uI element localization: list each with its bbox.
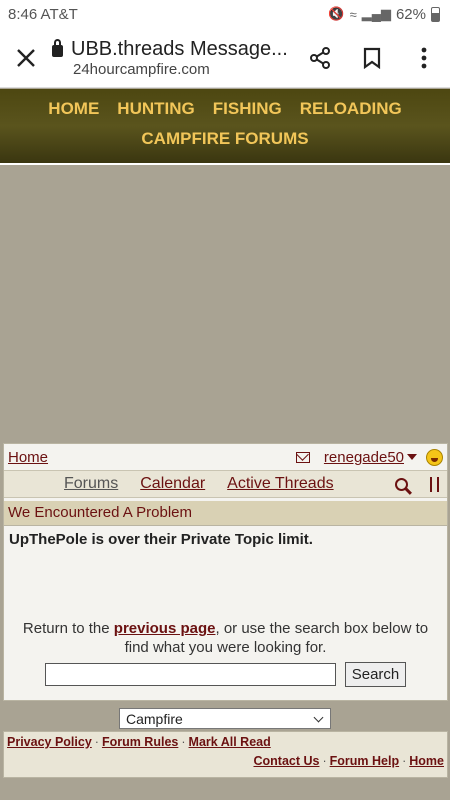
problem-body: UpThePole is over their Private Topic li…	[4, 526, 447, 692]
battery-icon	[431, 6, 440, 22]
status-bar: 8:46 AT&T 🔇 ≈ ▂▄▆ 62%	[0, 0, 450, 28]
home-link[interactable]: Home	[8, 449, 48, 466]
nav-campfire-forums[interactable]: CAMPFIRE FORUMS	[141, 129, 308, 148]
search-icon[interactable]	[395, 477, 408, 491]
lock-icon	[52, 38, 63, 57]
return-text: Return to the previous page, or use the …	[9, 619, 442, 657]
page-title: UBB.threads Message...	[71, 37, 288, 60]
status-carrier: AT&T	[40, 5, 78, 23]
wifi-icon: ≈	[349, 6, 357, 22]
contact-us-link[interactable]: Contact Us	[253, 754, 319, 768]
mark-all-read-link[interactable]: Mark All Read	[189, 735, 271, 749]
forum-jump-select[interactable]: Campfire	[119, 708, 331, 729]
close-icon	[17, 48, 35, 67]
tab-active-threads[interactable]: Active Threads	[227, 475, 333, 493]
menu-icon[interactable]	[430, 476, 439, 492]
tab-calendar[interactable]: Calendar	[140, 475, 205, 493]
footer-row-2: Contact Us · Forum Help · Home	[253, 754, 444, 768]
bookmark-button[interactable]	[346, 28, 398, 88]
nav-home[interactable]: HOME	[48, 99, 99, 119]
mail-icon[interactable]	[295, 451, 310, 463]
status-left: 8:46 AT&T	[8, 6, 78, 23]
privacy-policy-link[interactable]: Privacy Policy	[7, 735, 92, 749]
nav-reloading[interactable]: RELOADING	[300, 99, 402, 119]
forum-jump-value: Campfire	[126, 710, 183, 727]
bookmark-icon	[363, 47, 381, 69]
forum-tabs: Forums Calendar Active Threads	[4, 471, 447, 498]
forum-panel: Home renegade50 Forums Calendar Active T…	[3, 443, 448, 701]
forum-rules-link[interactable]: Forum Rules	[102, 735, 178, 749]
nav-fishing[interactable]: FISHING	[213, 99, 282, 119]
status-right: 🔇 ≈ ▂▄▆ 62%	[328, 6, 440, 23]
status-time: 8:46	[8, 5, 38, 23]
chevron-down-icon	[313, 712, 324, 722]
more-options-button[interactable]	[398, 28, 450, 88]
search-button[interactable]: Search	[344, 662, 407, 687]
more-vert-icon	[421, 47, 427, 68]
footer: Privacy Policy · Forum Rules · Mark All Read…	[3, 731, 448, 778]
return-prefix: Return to the	[22, 620, 114, 637]
page-info[interactable]: UBB.threads Message... 24hourcampfire.co…	[52, 38, 294, 78]
problem-header: We Encountered A Problem	[4, 501, 447, 526]
share-icon	[310, 46, 330, 69]
close-tab-button[interactable]	[0, 28, 52, 88]
nav-hunting[interactable]: HUNTING	[117, 99, 194, 119]
battery-percent: 62%	[395, 5, 426, 23]
problem-message: UpThePole is over their Private Topic li…	[9, 531, 313, 548]
footer-home-link[interactable]: Home	[409, 754, 444, 768]
tab-forums[interactable]: Forums	[64, 475, 118, 493]
forum-help-link[interactable]: Forum Help	[330, 754, 399, 768]
avatar-smiley-icon	[426, 448, 443, 466]
site-header: HOME HUNTING FISHING RELOADING CAMPFIRE …	[0, 89, 450, 165]
search-input[interactable]	[44, 663, 336, 686]
share-button[interactable]	[294, 28, 346, 88]
signal-icon: ▂▄▆	[361, 6, 391, 21]
user-bar: Home renegade50	[4, 444, 447, 471]
footer-row-1: Privacy Policy · Forum Rules · Mark All Read	[7, 735, 271, 749]
toolbar-actions	[294, 28, 450, 88]
browser-toolbar: UBB.threads Message... 24hourcampfire.co…	[0, 28, 450, 88]
previous-page-link[interactable]: previous page	[114, 620, 216, 637]
search-row: Search	[9, 662, 442, 687]
mute-icon: 🔇	[328, 6, 345, 21]
user-menu-link[interactable]: renegade50	[324, 449, 404, 466]
site-nav: HOME HUNTING FISHING RELOADING	[0, 99, 450, 119]
page-url: 24hourcampfire.com	[73, 60, 210, 78]
dropdown-caret-icon[interactable]	[407, 454, 417, 460]
